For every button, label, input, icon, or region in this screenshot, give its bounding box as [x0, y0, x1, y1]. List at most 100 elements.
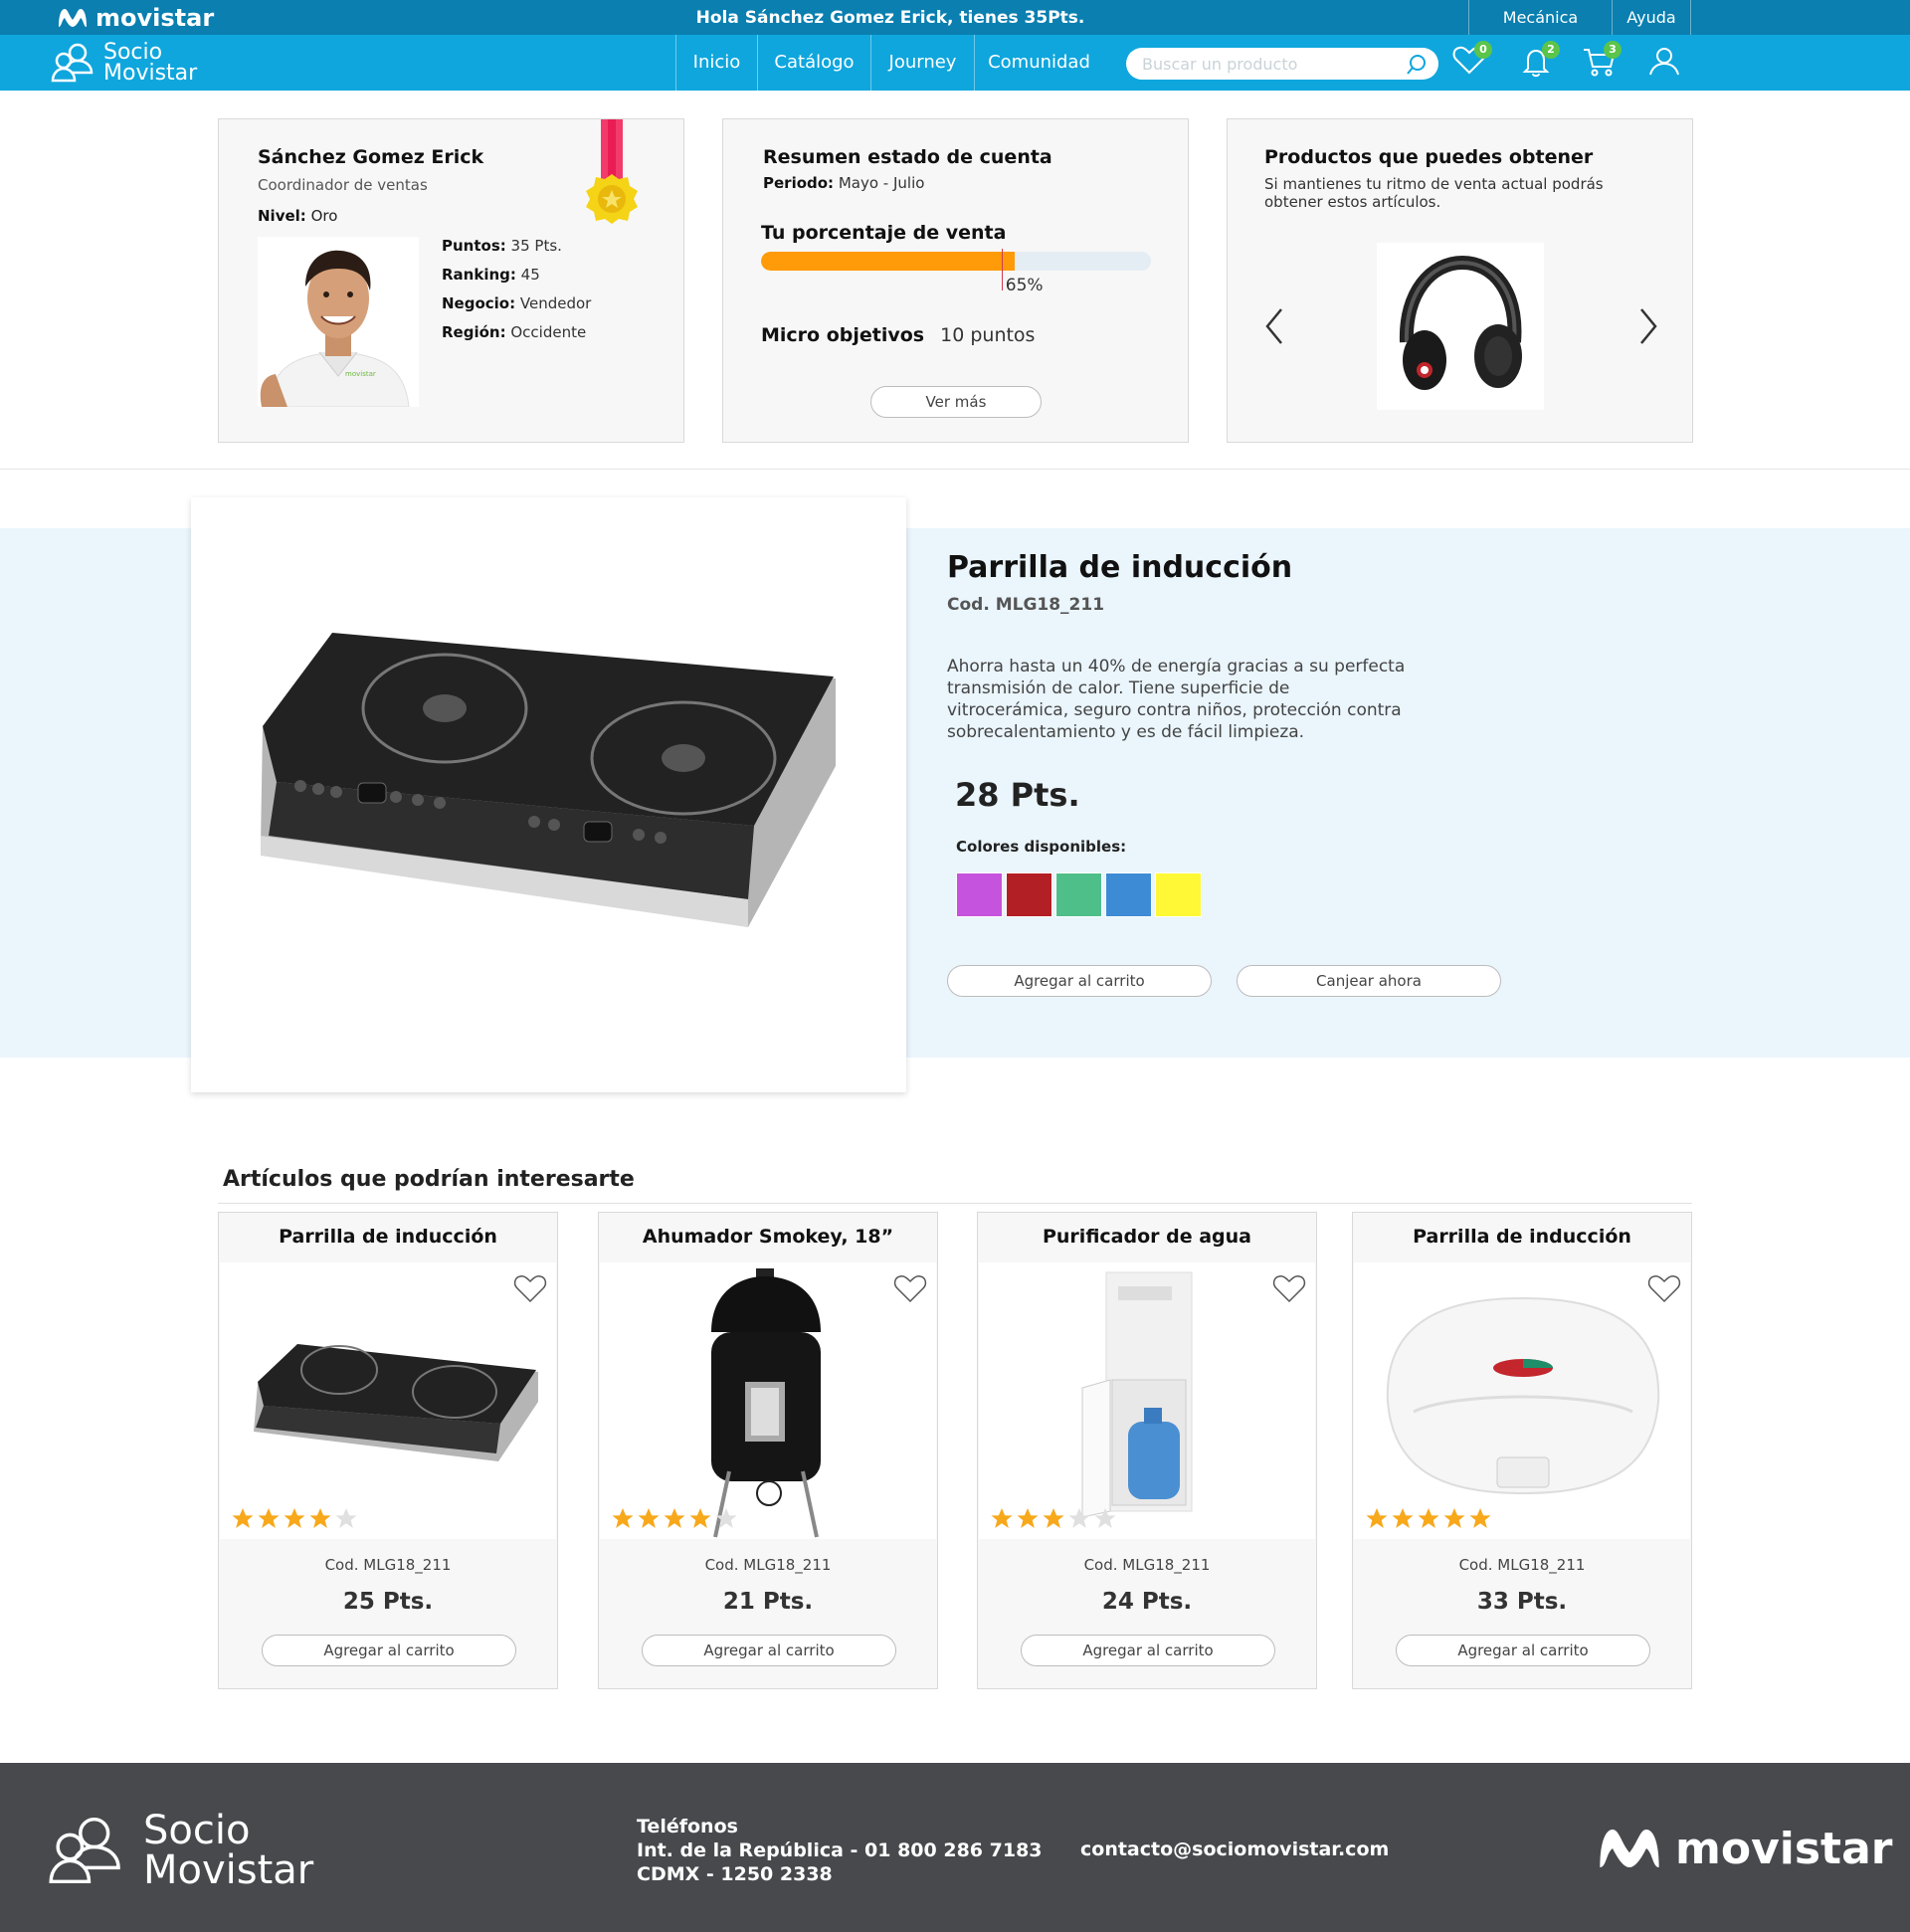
add-to-cart-button[interactable]: Agregar al carrito [262, 1635, 516, 1666]
star-rating [1365, 1507, 1492, 1529]
people-icon [51, 43, 94, 83]
period-row: Periodo: Mayo - Julio [763, 174, 925, 192]
star-rating [990, 1507, 1117, 1529]
heart-icon[interactable] [513, 1272, 547, 1304]
related-card-price: 33 Pts. [1476, 1589, 1568, 1615]
chevron-right-icon[interactable] [1637, 306, 1659, 346]
related-card-price: 21 Pts. [722, 1589, 814, 1615]
star-empty-icon [1068, 1508, 1090, 1528]
add-to-cart-button[interactable]: Agregar al carrito [642, 1635, 896, 1666]
star-filled-icon [1043, 1508, 1064, 1528]
color-swatch[interactable] [1055, 872, 1102, 917]
add-to-cart-button[interactable]: Agregar al carrito [1021, 1635, 1275, 1666]
star-filled-icon [232, 1508, 254, 1528]
colors-label: Colores disponibles: [956, 838, 1127, 856]
heart-icon[interactable] [1647, 1272, 1681, 1304]
region-row: Región: Occidente [442, 323, 587, 341]
ver-mas-button[interactable]: Ver más [870, 386, 1042, 418]
related-card[interactable]: Ahumador Smokey, 18” Cod. MLG18_211 21 P… [598, 1212, 938, 1689]
search-icon[interactable] [1405, 53, 1429, 77]
color-swatch[interactable] [1155, 872, 1202, 917]
socio-movistar-logo[interactable]: Socio Movistar [50, 41, 197, 85]
color-swatch[interactable] [1006, 872, 1052, 917]
nav-bar: Socio Movistar Inicio Catálogo Journey C… [0, 35, 1910, 91]
related-card-image[interactable] [979, 1262, 1315, 1539]
link-mecanica[interactable]: Mecánica [1468, 0, 1612, 35]
star-filled-icon [1443, 1508, 1465, 1528]
related-card-title: Purificador de agua [1042, 1226, 1251, 1248]
star-filled-icon [638, 1508, 660, 1528]
ranking-row: Ranking: 45 [442, 266, 540, 284]
phones-title: Teléfonos [637, 1816, 738, 1837]
obtainable-products-card: Productos que puedes obtener Si mantiene… [1227, 118, 1693, 443]
related-card-title: Parrilla de inducción [1413, 1226, 1631, 1248]
related-card[interactable]: Parrilla de inducción Cod. MLG18_211 25 … [218, 1212, 558, 1689]
star-filled-icon [1366, 1508, 1388, 1528]
star-filled-icon [1392, 1508, 1414, 1528]
related-card-price: 24 Pts. [1101, 1589, 1193, 1615]
obtainable-subtitle: Si mantienes tu ritmo de venta actual po… [1264, 175, 1604, 211]
nav-inicio[interactable]: Inicio [675, 35, 757, 91]
footer-email[interactable]: contacto@sociomovistar.com [1080, 1838, 1389, 1860]
related-card-code: Cod. MLG18_211 [1458, 1556, 1586, 1574]
star-filled-icon [612, 1508, 634, 1528]
related-card-title: Ahumador Smokey, 18” [642, 1226, 894, 1248]
profile-stats: Puntos: 35 Pts. Ranking: 45 Negocio: Ven… [442, 237, 591, 352]
color-swatch[interactable] [956, 872, 1003, 917]
related-card-image[interactable] [600, 1262, 936, 1539]
footer-brand-line-2: Movistar [143, 1847, 314, 1893]
chevron-left-icon[interactable] [1263, 306, 1285, 346]
nav-comunidad[interactable]: Comunidad [974, 35, 1103, 91]
profile-level: Nivel: Oro [258, 207, 338, 225]
star-filled-icon [1469, 1508, 1491, 1528]
star-filled-icon [664, 1508, 685, 1528]
favorites-badge: 0 [1474, 41, 1492, 59]
people-icon [49, 1817, 120, 1884]
avatar: movistar [258, 237, 419, 407]
related-card[interactable]: Purificador de agua Cod. MLG18_211 24 Pt… [977, 1212, 1317, 1689]
carousel-product-image[interactable] [1377, 243, 1544, 410]
star-rating [611, 1507, 738, 1529]
footer: Socio Movistar Teléfonos Int. de la Repú… [0, 1763, 1910, 1932]
favorites-button[interactable]: 0 [1452, 41, 1492, 81]
profile-role: Coordinador de ventas [258, 176, 428, 194]
footer-movistar-logo[interactable]: movistar [1594, 1823, 1892, 1874]
phone-national: Int. de la República - 01 800 286 7183 [637, 1839, 1043, 1861]
related-card-image[interactable] [1354, 1262, 1690, 1539]
color-swatch[interactable] [1105, 872, 1152, 917]
product-price: 28 Pts. [955, 776, 1080, 814]
product-main-image[interactable] [191, 497, 906, 1092]
user-icon [1649, 48, 1679, 76]
star-empty-icon [715, 1508, 737, 1528]
sales-progress-bar [761, 252, 1151, 271]
footer-socio-movistar-logo[interactable]: Socio Movistar [46, 1811, 313, 1890]
related-card-code: Cod. MLG18_211 [704, 1556, 832, 1574]
related-card[interactable]: Parrilla de inducción Cod. MLG18_211 33 … [1352, 1212, 1692, 1689]
add-to-cart-button[interactable]: Agregar al carrito [1396, 1635, 1650, 1666]
progress-marker [1001, 249, 1003, 290]
search-input[interactable] [1142, 53, 1391, 75]
related-divider [218, 1203, 1692, 1204]
profile-name: Sánchez Gomez Erick [258, 146, 484, 168]
movistar-m-icon [1600, 1829, 1659, 1868]
nav-journey[interactable]: Journey [870, 35, 974, 91]
svg-text:movistar: movistar [345, 370, 376, 378]
heart-icon[interactable] [1272, 1272, 1306, 1304]
related-card-image[interactable] [220, 1262, 556, 1539]
water-purifier-image [1081, 1271, 1193, 1518]
footer-phones: Teléfonos Int. de la República - 01 800 … [637, 1815, 1043, 1886]
heart-icon[interactable] [893, 1272, 927, 1304]
add-to-cart-button[interactable]: Agregar al carrito [947, 965, 1212, 997]
notifications-button[interactable]: 2 [1520, 41, 1560, 81]
redeem-now-button[interactable]: Canjear ahora [1237, 965, 1501, 997]
cart-button[interactable]: 3 [1582, 41, 1622, 81]
product-code: Cod. MLG18_211 [947, 595, 1105, 615]
headphones-icon [1399, 255, 1522, 390]
search-box [1126, 48, 1438, 80]
business-row: Negocio: Vendedor [442, 294, 592, 312]
profile-button[interactable] [1647, 45, 1687, 81]
section-divider [0, 469, 1910, 470]
footer-brand-line-1: Socio [143, 1808, 251, 1853]
link-ayuda[interactable]: Ayuda [1612, 0, 1691, 35]
nav-catalogo[interactable]: Catálogo [757, 35, 870, 91]
